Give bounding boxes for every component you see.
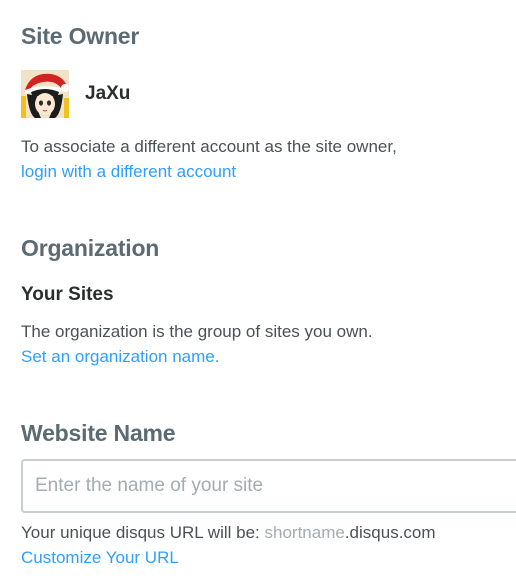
organization-description-block: The organization is the group of sites y… [21, 319, 373, 369]
url-suffix: .disqus.com [344, 523, 436, 542]
website-name-input[interactable] [21, 459, 516, 513]
login-different-account-link[interactable]: login with a different account [21, 162, 236, 181]
set-organization-name-link[interactable]: Set an organization name. [21, 347, 219, 366]
website-name-heading: Website Name [21, 420, 176, 446]
organization-heading: Organization [21, 235, 160, 261]
owner-description: To associate a different account as the … [21, 137, 397, 156]
url-shortname: shortname [264, 523, 345, 542]
organization-name: Your Sites [21, 284, 114, 305]
url-prefix-text: Your unique disqus URL will be: [21, 523, 265, 542]
owner-name: JaXu [85, 83, 131, 104]
avatar-image [21, 70, 69, 118]
url-info-block: Your unique disqus URL will be: shortnam… [21, 520, 436, 570]
owner-description-block: To associate a different account as the … [21, 134, 397, 184]
organization-description: The organization is the group of sites y… [21, 322, 373, 341]
site-settings-form: Site Owner JaXu To associate a different… [0, 0, 516, 588]
customize-url-link[interactable]: Customize Your URL [21, 548, 179, 567]
owner-avatar [21, 70, 69, 118]
site-owner-heading: Site Owner [21, 23, 140, 49]
